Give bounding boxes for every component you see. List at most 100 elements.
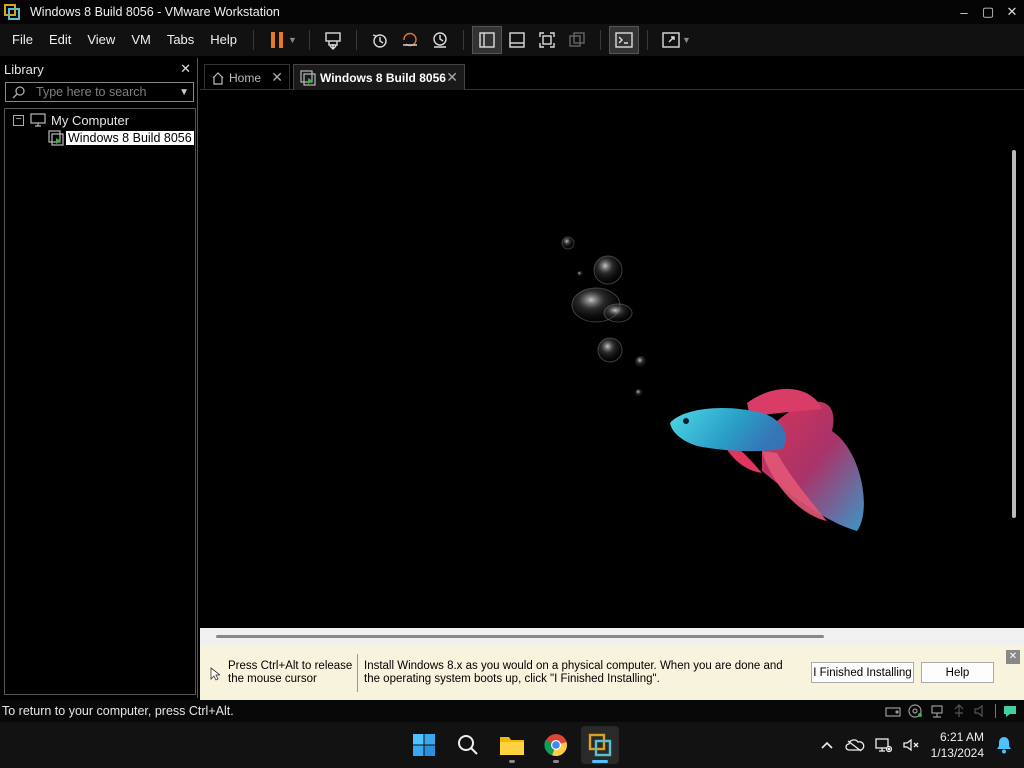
network-icon[interactable] (869, 731, 897, 759)
console-view-icon[interactable] (608, 26, 639, 54)
library-close-icon[interactable]: ✕ (180, 61, 191, 77)
vertical-scrollbar[interactable] (1008, 118, 1022, 688)
volume-muted-icon[interactable] (897, 731, 925, 759)
install-notification-bar: Press Ctrl+Alt to release the mouse curs… (200, 646, 1024, 700)
divider (995, 704, 996, 718)
i-finished-installing-button[interactable]: I Finished Installing (811, 662, 914, 683)
menu-bar: File Edit View VM Tabs Help ▼ ▼ (0, 24, 1024, 56)
vmware-icon (588, 733, 612, 757)
running-indicator (553, 760, 559, 763)
vmware-app-icon (4, 4, 20, 20)
divider (357, 654, 358, 692)
maximize-button[interactable]: ▢ (976, 0, 1000, 24)
close-window-button[interactable]: ✕ (1000, 0, 1024, 24)
network-adapter-icon[interactable] (929, 704, 945, 718)
vm-running-icon (48, 130, 64, 146)
show-library-icon[interactable] (471, 26, 502, 54)
power-dropdown-icon[interactable]: ▼ (288, 35, 297, 45)
betta-fish-wallpaper (561, 236, 864, 531)
scrollbar-thumb[interactable] (216, 635, 824, 638)
menu-tabs[interactable]: Tabs (159, 24, 202, 56)
windows-taskbar: 6:21 AM 1/13/2024 (0, 722, 1024, 768)
search-icon (12, 86, 25, 99)
tab-strip: Home ✕ Windows 8 Build 8056 ✕ (200, 58, 1024, 518)
taskbar-clock[interactable]: 6:21 AM 1/13/2024 (931, 729, 984, 761)
menu-help[interactable]: Help (202, 24, 245, 56)
thumbnail-bar-icon[interactable] (502, 26, 532, 54)
menu-view[interactable]: View (79, 24, 123, 56)
collapse-icon[interactable]: − (13, 114, 24, 126)
toolbar-separator (253, 30, 255, 50)
horizontal-scrollbar[interactable] (200, 628, 1024, 646)
menu-vm[interactable]: VM (123, 24, 159, 56)
help-button[interactable]: Help (921, 662, 994, 683)
taskbar-file-explorer[interactable] (493, 726, 531, 764)
tree-item-vm[interactable]: Windows 8 Build 8056 (48, 129, 195, 147)
clock-date: 1/13/2024 (930, 746, 984, 760)
toolbar-separator (462, 30, 464, 50)
minimize-button[interactable]: – (952, 0, 976, 24)
active-indicator (592, 760, 608, 763)
start-icon (413, 734, 435, 756)
tree-label-my-computer: My Computer (51, 112, 130, 128)
start-button[interactable] (405, 726, 443, 764)
chevron-up-icon[interactable] (813, 731, 841, 759)
scrollbar-thumb[interactable] (1012, 150, 1016, 518)
taskbar-chrome[interactable] (537, 726, 575, 764)
stretch-dropdown-icon[interactable]: ▼ (682, 35, 691, 45)
library-panel: Library ✕ ▼ − My Computer Windows 8 Buil… (0, 58, 198, 698)
library-title: Library (4, 61, 44, 77)
install-bar-close-icon[interactable]: ✕ (1006, 650, 1020, 664)
library-tree: − My Computer Windows 8 Build 8056 (4, 108, 196, 695)
snapshot-manager-icon[interactable] (425, 26, 455, 54)
system-tray: 6:21 AM 1/13/2024 (813, 722, 1024, 768)
status-bar: To return to your computer, press Ctrl+A… (0, 700, 1024, 722)
unity-icon[interactable] (562, 26, 592, 54)
search-dropdown-icon[interactable]: ▼ (179, 87, 189, 98)
library-search-input[interactable] (36, 85, 176, 99)
menu-edit[interactable]: Edit (41, 24, 79, 56)
snapshot-icon[interactable] (365, 26, 395, 54)
full-screen-icon[interactable] (532, 26, 562, 54)
mouse-cursor-icon (210, 667, 220, 681)
onedrive-icon[interactable] (841, 731, 869, 759)
window-title: Windows 8 Build 8056 - VMware Workstatio… (30, 5, 280, 19)
tab-home-label: Home (229, 70, 262, 85)
install-message: Install Windows 8.x as you would on a ph… (364, 660, 783, 685)
running-indicator (509, 760, 515, 763)
toolbar-separator (308, 30, 310, 50)
taskbar-vmware[interactable] (581, 726, 619, 764)
library-header: Library ✕ (0, 58, 197, 80)
home-icon (212, 71, 224, 85)
menu-file[interactable]: File (4, 24, 41, 56)
message-log-icon[interactable] (1002, 704, 1018, 718)
toolbar-separator (355, 30, 357, 50)
vm-running-icon (300, 69, 316, 86)
vm-console[interactable] (202, 91, 1006, 628)
tree-item-my-computer[interactable]: − My Computer (5, 111, 195, 129)
revert-snapshot-icon[interactable] (395, 26, 425, 54)
file-explorer-icon (500, 737, 524, 755)
title-bar: Windows 8 Build 8056 - VMware Workstatio… (0, 0, 1024, 24)
toolbar-separator (646, 30, 648, 50)
chrome-icon (544, 734, 567, 757)
library-search[interactable]: ▼ (5, 82, 194, 102)
tab-home[interactable]: Home ✕ (204, 64, 290, 90)
tab-vm[interactable]: Windows 8 Build 8056 ✕ (293, 64, 465, 90)
release-cursor-hint: Press Ctrl+Alt to release the mouse curs… (228, 660, 353, 685)
tab-vm-label: Windows 8 Build 8056 (320, 70, 446, 85)
sound-card-icon[interactable] (973, 704, 989, 718)
cd-dvd-icon[interactable] (907, 704, 923, 718)
toolbar-separator (599, 30, 601, 50)
search-icon (458, 735, 478, 755)
device-status-icons (885, 704, 1024, 718)
usb-icon[interactable] (951, 704, 967, 718)
clock-time: 6:21 AM (939, 730, 984, 744)
send-ctrl-alt-del-icon[interactable] (318, 26, 348, 54)
tab-home-close-icon[interactable]: ✕ (271, 69, 283, 86)
notification-bell-icon[interactable] (990, 731, 1018, 759)
hard-disk-icon[interactable] (885, 704, 901, 718)
tab-vm-close-icon[interactable]: ✕ (446, 69, 458, 86)
computer-icon (30, 113, 46, 127)
taskbar-search-button[interactable] (449, 726, 487, 764)
